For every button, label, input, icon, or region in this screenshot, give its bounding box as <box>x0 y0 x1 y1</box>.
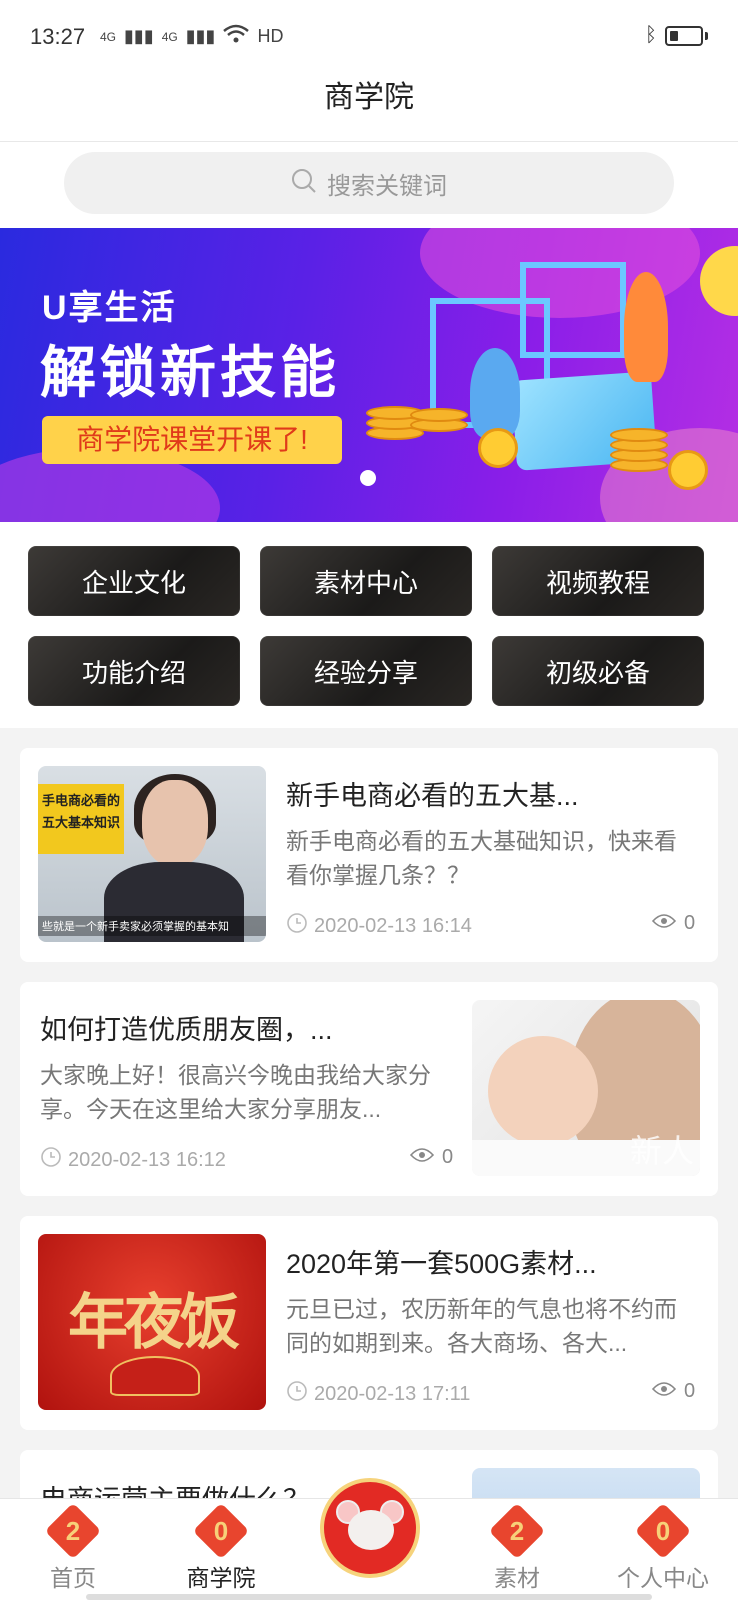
search-placeholder: 搜索关键词 <box>327 172 447 200</box>
article-title: 如何打造优质朋友圈，... <box>40 1015 333 1045</box>
article-description: 大家晚上好！很高兴今晚由我给大家分享。今天在这里给大家分享朋友... <box>40 1062 431 1122</box>
eye-icon <box>651 912 677 935</box>
article-views: 0 <box>409 1146 454 1169</box>
network-label: HD <box>257 26 284 46</box>
article-card[interactable]: 手电商必看的 五大基本知识 些就是一个新手卖家必须掌握的基本知 新手电商必看的五… <box>20 748 718 962</box>
article-card[interactable]: 年夜饭 2020年第一套500G素材... 元旦已过，农历新年的气息也将不约而同… <box>20 1216 718 1430</box>
thumbnail-text: 年夜饭 <box>68 1288 240 1358</box>
thumbnail-caption: 些就是一个新手卖家必须掌握的基本知 <box>38 916 266 936</box>
status-time: 13:27 <box>30 24 86 49</box>
article-views: 0 <box>651 912 696 935</box>
battery-icon <box>665 25 703 46</box>
thumbnail-text: 新人 <box>629 1133 694 1169</box>
sun-decoration <box>700 246 738 316</box>
thumbnail-label: 手电商必看的 五大基本知识 <box>38 784 124 854</box>
business-school-icon: 0 <box>192 1502 250 1560</box>
tab-label: 个人中心 <box>617 1565 709 1591</box>
date-text: 2020-02-13 16:14 <box>314 914 472 937</box>
clock-icon <box>286 912 308 940</box>
signal-icon: 4G <box>100 29 117 44</box>
article-thumbnail: 年夜饭 <box>38 1234 266 1410</box>
page-title: 商学院 <box>324 81 414 114</box>
profile-icon: 0 <box>634 1502 692 1560</box>
person-illustration <box>470 348 520 438</box>
mouse-mascot-icon <box>348 1510 394 1550</box>
promo-banner[interactable]: U享生活 解锁新技能 商学院课堂开课了! <box>0 228 738 522</box>
carousel-indicator[interactable] <box>360 470 376 486</box>
article-thumbnail: 手电商必看的 五大基本知识 些就是一个新手卖家必须掌握的基本知 <box>38 766 266 942</box>
person-illustration-2 <box>624 272 668 382</box>
clock-icon <box>286 1380 308 1408</box>
materials-icon: 2 <box>488 1502 546 1560</box>
date-text: 2020-02-13 16:12 <box>68 1148 226 1171</box>
search-area: 搜索关键词 <box>0 142 738 228</box>
home-icon: 2 <box>44 1502 102 1560</box>
article-views: 0 <box>651 1380 696 1403</box>
category-material-center[interactable]: 素材中心 <box>260 546 472 616</box>
signal-icon-2: 4G <box>161 29 178 44</box>
tab-label: 商学院 <box>186 1565 256 1591</box>
status-bar: 13:27 4G ▮▮▮ 4G ▮▮▮ HD ᛒ <box>0 0 738 72</box>
views-count: 0 <box>442 1146 454 1168</box>
tab-profile[interactable]: 0 个人中心 <box>598 1499 728 1600</box>
article-date: 2020-02-13 16:14 <box>286 912 472 940</box>
category-experience-share[interactable]: 经验分享 <box>260 636 472 706</box>
category-grid: 企业文化 素材中心 视频教程 功能介绍 经验分享 初级必备 <box>0 522 738 728</box>
tab-label: 首页 <box>50 1565 96 1591</box>
article-card[interactable]: 如何打造优质朋友圈，... 大家晚上好！很高兴今晚由我给大家分享。今天在这里给大… <box>20 982 718 1196</box>
banner-tag: 商学院课堂开课了! <box>42 416 342 464</box>
tab-home[interactable]: 2 首页 <box>8 1499 138 1600</box>
signal-bars-icon: ▮▮▮ <box>124 26 154 46</box>
article-title: 2020年第一套500G素材... <box>286 1249 597 1279</box>
bluetooth-icon: ᛒ <box>645 24 657 46</box>
search-icon <box>291 168 317 199</box>
eye-icon <box>409 1146 435 1169</box>
banner-subtitle: U享生活 <box>42 289 177 327</box>
tab-materials[interactable]: 2 素材 <box>452 1499 582 1600</box>
clock-icon <box>40 1146 62 1174</box>
status-icons: 4G ▮▮▮ 4G ▮▮▮ HD <box>100 24 283 49</box>
category-beginner-essentials[interactable]: 初级必备 <box>492 636 704 706</box>
status-right: ᛒ <box>645 24 708 47</box>
home-indicator[interactable] <box>86 1594 652 1600</box>
wifi-icon <box>223 24 250 49</box>
article-thumbnail: 新人 <box>472 1000 700 1176</box>
article-date: 2020-02-13 16:12 <box>40 1146 226 1174</box>
center-mascot-button[interactable] <box>320 1478 420 1578</box>
date-text: 2020-02-13 17:11 <box>314 1382 471 1405</box>
coin-icon <box>478 428 518 468</box>
eye-icon <box>651 1380 677 1403</box>
category-company-culture[interactable]: 企业文化 <box>28 546 240 616</box>
article-description: 新手电商必看的五大基础知识，快来看看你掌握几条？？ <box>286 828 677 888</box>
article-title: 新手电商必看的五大基... <box>286 781 579 811</box>
banner-title: 解锁新技能 <box>40 341 340 404</box>
category-feature-intro[interactable]: 功能介绍 <box>28 636 240 706</box>
article-description: 元旦已过，农历新年的气息也将不约而同的如期到来。各大商场、各大... <box>286 1296 677 1356</box>
category-video-tutorial[interactable]: 视频教程 <box>492 546 704 616</box>
search-input[interactable]: 搜索关键词 <box>64 152 674 214</box>
views-count: 0 <box>684 912 696 934</box>
article-date: 2020-02-13 17:11 <box>286 1380 470 1408</box>
signal-bars-icon-2: ▮▮▮ <box>185 26 216 46</box>
views-count: 0 <box>684 1380 696 1402</box>
tab-label: 素材 <box>494 1565 540 1591</box>
title-bar: 商学院 <box>0 72 738 142</box>
coin-icon-2 <box>668 450 708 490</box>
tab-business-school[interactable]: 0 商学院 <box>156 1499 286 1600</box>
